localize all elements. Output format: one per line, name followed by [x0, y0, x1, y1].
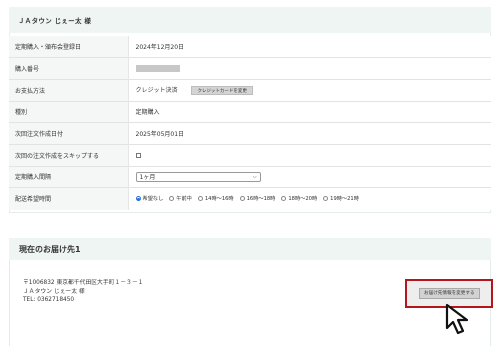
delivery-phone: TEL: 0362718450 — [23, 297, 75, 304]
table-row: 種別 定期購入 — [9, 100, 491, 123]
delivery-time-option-label: 16時～18時 — [246, 196, 276, 203]
skip-next-order-label: 次回の注文作成をスキップする — [9, 143, 129, 167]
table-row: 配送希望時間 希望なし 午前中 14時～16時 16時～18時 18時～20時 … — [9, 187, 492, 210]
registration-date-label: 定期購入・頒布会登録日 — [9, 36, 129, 58]
type-label: 種別 — [9, 100, 129, 123]
table-row: 定期購入・頒布会登録日 2024年12月20日 — [9, 36, 491, 58]
interval-cell: 1ヶ月 ⌵ — [128, 165, 491, 188]
delivery-time-radio[interactable] — [135, 196, 141, 202]
table-row: 次回の注文作成をスキップする — [9, 143, 491, 167]
delivery-section-title: 現在のお届け先1 — [19, 245, 81, 254]
interval-label: 定期購入間隔 — [9, 165, 129, 188]
delivery-time-cell: 希望なし 午前中 14時～16時 16時～18時 18時～20時 19時～21時 — [128, 187, 492, 210]
interval-select[interactable]: 1ヶ月 ⌵ — [135, 171, 261, 182]
table-row: 購入番号 — [9, 57, 491, 80]
next-order-date-label: 次回注文作成日付 — [9, 122, 129, 145]
delivery-time-option[interactable]: 19時～21時 — [323, 195, 359, 202]
payment-method-cell: クレジット決済 クレジットカードを変更 — [128, 78, 491, 102]
delivery-time-option-label: 希望なし — [142, 196, 164, 203]
skip-next-order-checkbox[interactable] — [135, 152, 141, 158]
masked-purchase-number — [135, 65, 180, 73]
purchase-number-value — [128, 57, 491, 80]
delivery-time-option-label: 18時～20時 — [288, 196, 318, 203]
delivery-time-label: 配送希望時間 — [9, 187, 129, 210]
delivery-address-block: 〒1006832 東京都千代田区大手町１－３－１ ＪＡタウン じぇー太 様 TE… — [23, 279, 143, 305]
type-value: 定期購入 — [128, 100, 491, 123]
delivery-time-radio[interactable] — [239, 196, 245, 202]
delivery-time-radio[interactable] — [169, 196, 175, 202]
change-delivery-info-button[interactable]: お届け先情報を変更する — [419, 288, 480, 299]
mouse-pointer-icon — [445, 303, 469, 335]
delivery-time-radio[interactable] — [197, 196, 203, 202]
payment-method-value: クレジット決済 — [135, 87, 178, 95]
customer-header: ＪＡタウン じぇー太 様 — [9, 7, 491, 33]
delivery-time-radio[interactable] — [323, 196, 329, 202]
purchase-number-label: 購入番号 — [9, 57, 129, 80]
table-row: 次回注文作成日付 2025年05月01日 — [9, 122, 491, 145]
delivery-time-option[interactable]: 18時～20時 — [281, 195, 317, 202]
payment-method-label: お支払方法 — [9, 78, 129, 102]
delivery-section-header: 現在のお届け先1 — [9, 238, 491, 260]
delivery-recipient: ＪＡタウン じぇー太 様 — [23, 288, 85, 295]
table-row: お支払方法 クレジット決済 クレジットカードを変更 — [9, 78, 491, 102]
next-order-date-value: 2025年05月01日 — [128, 122, 491, 145]
customer-name-heading: ＪＡタウン じぇー太 様 — [18, 17, 92, 25]
skip-next-order-cell — [128, 143, 491, 167]
delivery-time-option[interactable]: 16時～18時 — [239, 195, 276, 203]
delivery-address-line: 〒1006832 東京都千代田区大手町１－３－１ — [23, 280, 144, 286]
delivery-time-option[interactable]: 希望なし — [135, 195, 164, 203]
chevron-down-icon: ⌵ — [252, 173, 257, 180]
delivery-time-option[interactable]: 14時～16時 — [197, 195, 234, 203]
delivery-time-option-label: 午前中 — [176, 196, 192, 203]
delivery-time-option-label: 14時～16時 — [204, 196, 234, 203]
change-credit-card-button[interactable]: クレジットカードを変更 — [191, 86, 253, 96]
registration-date-value: 2024年12月20日 — [128, 36, 491, 58]
delivery-time-radio-group: 希望なし 午前中 14時～16時 16時～18時 18時～20時 19時～21時 — [135, 195, 492, 203]
table-row: 定期購入間隔 1ヶ月 ⌵ — [9, 165, 491, 188]
delivery-time-radio[interactable] — [281, 196, 287, 202]
delivery-time-option-label: 19時～21時 — [330, 196, 359, 203]
delivery-time-option[interactable]: 午前中 — [169, 195, 192, 202]
subscription-details-table: 定期購入・頒布会登録日 2024年12月20日 購入番号 お支払方法 クレジット… — [9, 36, 491, 210]
interval-select-value: 1ヶ月 — [139, 174, 156, 182]
